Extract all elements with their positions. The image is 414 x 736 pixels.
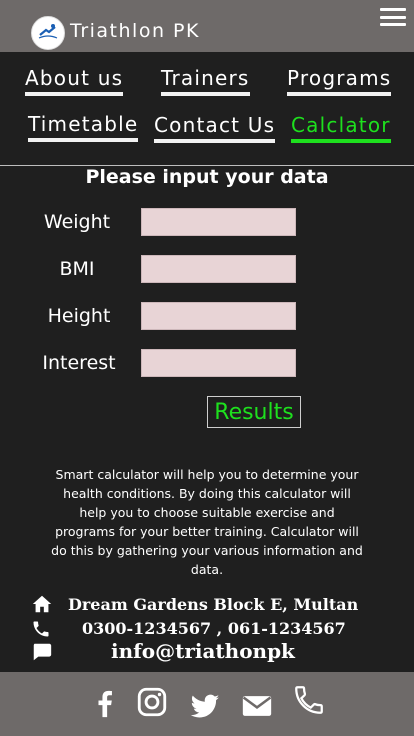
bmi-label: BMI xyxy=(59,258,95,280)
nav-timetable-label: Timetable xyxy=(28,112,139,136)
nav-about-label: About us xyxy=(25,66,124,90)
nav-trainers[interactable]: Trainers xyxy=(161,66,250,96)
phone-icon[interactable] xyxy=(292,683,326,717)
brand-title: Triathlon PK xyxy=(70,20,200,42)
nav-calculator-label: Calclator xyxy=(291,113,391,137)
weight-label: Weight xyxy=(43,211,111,233)
home-icon xyxy=(32,595,52,613)
phone-numbers-text: 0300-1234567 , 061-1234567 xyxy=(82,619,346,638)
instagram-icon[interactable] xyxy=(135,685,169,719)
nav-trainers-label: Trainers xyxy=(161,66,250,90)
phone-small-icon xyxy=(33,621,49,637)
nav-calculator[interactable]: Calclator xyxy=(291,113,391,143)
interest-input[interactable] xyxy=(141,349,296,377)
nav-programs[interactable]: Programs xyxy=(287,66,392,96)
nav-programs-label: Programs xyxy=(287,66,392,90)
nav-about-us[interactable]: About us xyxy=(25,66,124,96)
facebook-icon[interactable] xyxy=(88,686,122,720)
email-text: info@triathonpk xyxy=(111,639,295,663)
footer xyxy=(0,672,414,736)
results-button[interactable]: Results xyxy=(207,396,301,428)
nav-contact-label: Contact Us xyxy=(154,113,276,137)
triathlon-logo-icon[interactable] xyxy=(31,16,65,50)
chat-icon xyxy=(33,643,52,661)
hamburger-menu-icon[interactable] xyxy=(380,8,406,26)
form-title: Please input your data xyxy=(85,166,329,188)
interest-label: Interest xyxy=(42,352,116,374)
bmi-input[interactable] xyxy=(141,255,296,283)
mail-icon[interactable] xyxy=(240,689,274,723)
calculator-description: Smart calculator will help you to determ… xyxy=(51,467,363,577)
nav-timetable[interactable]: Timetable xyxy=(28,112,139,142)
twitter-icon[interactable] xyxy=(188,689,222,723)
height-input[interactable] xyxy=(141,302,296,330)
app-header: Triathlon PK xyxy=(0,0,414,52)
main-nav: About us Trainers Programs Timetable Con… xyxy=(0,52,414,166)
address-text: Dream Gardens Block E, Multan xyxy=(68,595,359,614)
weight-input[interactable] xyxy=(141,208,296,236)
height-label: Height xyxy=(47,305,111,327)
nav-contact-us[interactable]: Contact Us xyxy=(154,113,276,143)
